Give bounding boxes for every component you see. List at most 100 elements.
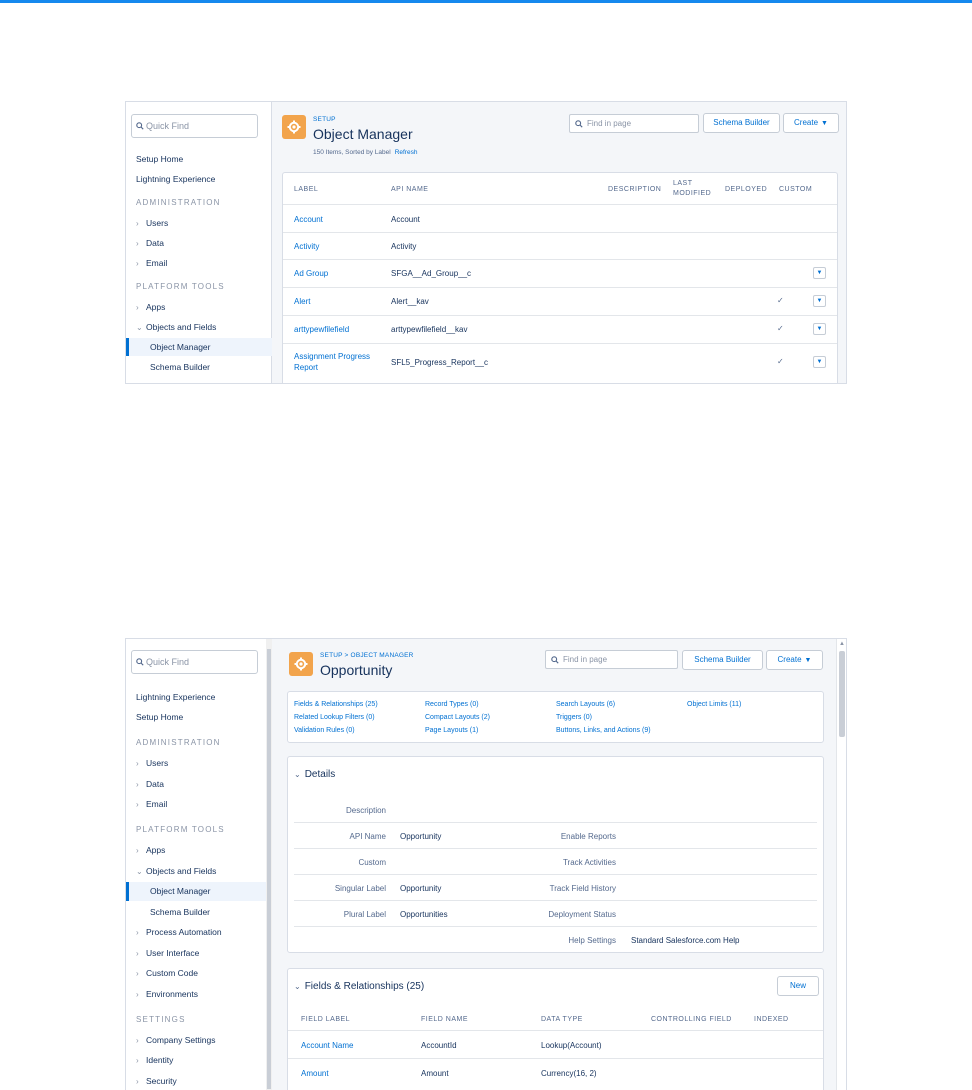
nav-security[interactable]: › Security	[126, 1074, 272, 1089]
nav-process-automation[interactable]: › Process Automation	[126, 925, 272, 940]
quick-find-input[interactable]: Quick Find	[131, 114, 258, 138]
main-scrollbar[interactable]: ▲	[836, 639, 846, 1090]
new-field-button[interactable]: New	[777, 976, 819, 996]
col-deployed[interactable]: DEPLOYED	[725, 186, 767, 193]
chevron-right-icon: ›	[136, 239, 139, 248]
object-label-link[interactable]: Ad Group	[294, 268, 328, 279]
chevron-right-icon: ›	[136, 219, 139, 228]
link-search-layouts[interactable]: Search Layouts (6)	[556, 701, 615, 708]
breadcrumb[interactable]: SETUP	[313, 116, 336, 123]
row-actions-dropdown[interactable]: ▼	[813, 323, 826, 335]
schema-builder-button[interactable]: Schema Builder	[682, 650, 763, 670]
col-api-name[interactable]: API NAME	[391, 186, 428, 193]
nav-company-settings[interactable]: › Company Settings	[126, 1033, 272, 1048]
table-row: Assignment Progress Report SFL5_Progress_…	[283, 343, 837, 383]
object-label-link[interactable]: Activity	[294, 241, 319, 252]
nav-object-manager[interactable]: Object Manager	[126, 338, 272, 356]
col-field-name[interactable]: FIELD NAME	[421, 1016, 468, 1023]
chevron-right-icon: ›	[136, 969, 139, 978]
col-label[interactable]: LABEL	[294, 186, 318, 193]
nav-schema-builder[interactable]: Schema Builder	[126, 360, 272, 374]
col-custom[interactable]: CUSTOM	[779, 186, 812, 193]
chevron-down-icon: ⌄	[294, 770, 301, 779]
link-page-layouts[interactable]: Page Layouts (1)	[425, 727, 478, 734]
singular-label-value: Opportunity	[400, 884, 442, 893]
details-card: ⌄ Details Description API Name Opportunit…	[287, 756, 824, 953]
table-row: Account Account	[283, 204, 837, 232]
chevron-down-icon: ⌄	[136, 867, 143, 876]
link-triggers[interactable]: Triggers (0)	[556, 714, 592, 721]
sidebar-scrollbar-thumb[interactable]	[267, 649, 271, 1089]
nav-apps[interactable]: › Apps	[126, 300, 272, 315]
nav-user-interface-label: User Interface	[146, 948, 200, 958]
link-record-types[interactable]: Record Types (0)	[425, 701, 479, 708]
nav-apps[interactable]: › Apps	[126, 843, 272, 858]
link-buttons-links-actions[interactable]: Buttons, Links, and Actions (9)	[556, 727, 651, 734]
table-row: Alert Alert__kav ✓ ▼	[283, 287, 837, 315]
nav-users-label: Users	[146, 758, 169, 768]
create-menu-button[interactable]: Create ▼	[783, 113, 839, 133]
nav-email[interactable]: › Email	[126, 256, 272, 271]
link-compact-layouts[interactable]: Compact Layouts (2)	[425, 714, 490, 721]
details-title: Details	[304, 769, 336, 780]
nav-email[interactable]: › Email	[126, 797, 272, 812]
chevron-right-icon: ›	[136, 759, 139, 768]
find-in-page-input[interactable]: Find in page	[569, 114, 699, 133]
details-section-toggle[interactable]: ⌄ Details	[294, 769, 335, 780]
field-label-link[interactable]: Account Name	[301, 1040, 353, 1051]
nav-objects-and-fields[interactable]: ⌄ Objects and Fields	[126, 320, 272, 335]
nav-lightning-experience[interactable]: Lightning Experience	[126, 172, 272, 186]
col-field-label[interactable]: FIELD LABEL	[301, 1016, 350, 1023]
col-indexed[interactable]: INDEXED	[754, 1016, 789, 1023]
quick-find-input[interactable]: Quick Find	[131, 650, 258, 674]
nav-schema-builder[interactable]: Schema Builder	[126, 905, 272, 919]
nav-object-manager[interactable]: Object Manager	[126, 882, 272, 901]
nav-user-interface[interactable]: › User Interface	[126, 946, 272, 961]
create-menu-button[interactable]: Create ▼	[766, 650, 823, 670]
row-actions-dropdown[interactable]: ▼	[813, 267, 826, 279]
nav-identity[interactable]: › Identity	[126, 1053, 272, 1068]
object-label-link[interactable]: arttypewfilefield	[294, 324, 349, 335]
table-row: Account Name AccountId Lookup(Account)	[288, 1030, 823, 1058]
object-label-link[interactable]: Alert	[294, 296, 310, 307]
nav-objects-and-fields-label: Objects and Fields	[146, 866, 217, 876]
fields-section-toggle[interactable]: ⌄ Fields & Relationships (25)	[294, 981, 424, 992]
nav-setup-home[interactable]: Setup Home	[126, 710, 272, 724]
nav-environments[interactable]: › Environments	[126, 987, 272, 1002]
nav-apps-label: Apps	[146, 845, 166, 855]
col-description[interactable]: DESCRIPTION	[608, 186, 661, 193]
nav-lightning-experience[interactable]: Lightning Experience	[126, 690, 272, 704]
chevron-right-icon: ›	[136, 846, 139, 855]
nav-users[interactable]: › Users	[126, 216, 272, 231]
field-label-link[interactable]: Amount	[301, 1068, 329, 1079]
search-icon	[136, 658, 144, 666]
object-manager-main: SETUP Object Manager 150 Items, Sorted b…	[272, 102, 846, 383]
plural-label-value: Opportunities	[400, 910, 448, 919]
refresh-link[interactable]: Refresh	[395, 149, 418, 156]
api-name-label: API Name	[349, 832, 386, 841]
nav-apps-label: Apps	[146, 302, 166, 312]
nav-data[interactable]: › Data	[126, 777, 272, 792]
nav-setup-home[interactable]: Setup Home	[126, 152, 272, 166]
main-scrollbar-thumb[interactable]	[839, 651, 845, 737]
schema-builder-button[interactable]: Schema Builder	[703, 113, 780, 133]
nav-data[interactable]: › Data	[126, 236, 272, 251]
find-in-page-input[interactable]: Find in page	[545, 650, 678, 669]
nav-users[interactable]: › Users	[126, 756, 272, 771]
nav-objects-and-fields[interactable]: ⌄ Objects and Fields	[126, 864, 272, 879]
nav-custom-code[interactable]: › Custom Code	[126, 966, 272, 981]
col-last-modified[interactable]: LAST	[673, 180, 693, 187]
col-controlling-field[interactable]: CONTROLLING FIELD	[651, 1016, 732, 1023]
object-label-link[interactable]: Account	[294, 214, 323, 225]
row-actions-dropdown[interactable]: ▼	[813, 356, 826, 368]
link-related-lookup-filters[interactable]: Related Lookup Filters (0)	[294, 714, 375, 721]
table-row: Activity Activity	[283, 232, 837, 260]
col-data-type[interactable]: DATA TYPE	[541, 1016, 583, 1023]
link-object-limits[interactable]: Object Limits (11)	[687, 701, 741, 708]
row-actions-dropdown[interactable]: ▼	[813, 295, 826, 307]
breadcrumb[interactable]: SETUP > OBJECT MANAGER	[320, 652, 414, 659]
scroll-up-icon[interactable]: ▲	[839, 641, 845, 647]
link-validation-rules[interactable]: Validation Rules (0)	[294, 727, 355, 734]
object-label-link[interactable]: Assignment Progress Report	[294, 351, 370, 373]
link-fields-relationships[interactable]: Fields & Relationships (25)	[294, 701, 378, 708]
